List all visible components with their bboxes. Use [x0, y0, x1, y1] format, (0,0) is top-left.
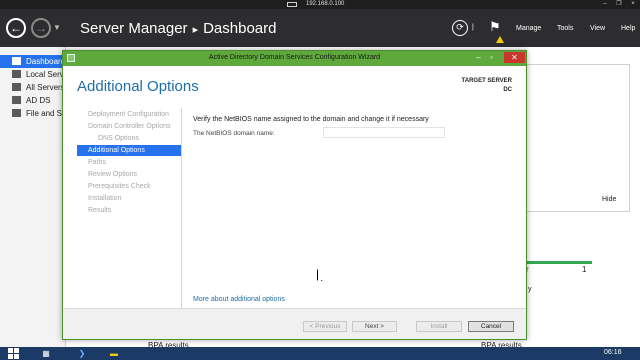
wizard-content: Verify the NetBIOS name assigned to the …	[181, 108, 526, 308]
tile-row-fragment: y	[528, 286, 532, 293]
server-icon	[12, 70, 21, 78]
menu-help[interactable]: Help	[621, 25, 635, 32]
sidebar-item-label: Local Server	[26, 70, 66, 79]
step-review-options: Review Options	[88, 171, 138, 178]
step-dns-options: DNS Options	[98, 135, 139, 142]
back-button[interactable]: ←	[6, 18, 26, 38]
pin-icon[interactable]	[287, 2, 297, 7]
step-deployment-configuration: Deployment Configuration	[88, 111, 169, 118]
app-title: Server Manager	[80, 20, 188, 37]
sidebar-item-dashboard[interactable]: Dashboard	[0, 55, 66, 68]
ad-ds-configuration-wizard: Active Directory Domain Services Configu…	[62, 50, 527, 340]
sidebar-item-all-servers[interactable]: All Servers	[0, 81, 66, 94]
rdp-close-icon[interactable]: ×	[628, 1, 638, 8]
step-paths: Paths	[88, 159, 106, 166]
notifications-flag-icon[interactable]: ⚑	[489, 19, 501, 35]
more-about-additional-options-link[interactable]: More about additional options	[193, 296, 285, 303]
taskbar: ▦ ❯ ▬ 06:16	[0, 347, 640, 360]
warning-icon	[496, 36, 504, 43]
step-prerequisites-check: Prerequisites Check	[88, 183, 151, 190]
minimize-icon[interactable]: –	[472, 52, 485, 63]
tile-count: 1	[582, 265, 587, 274]
step-results: Results	[88, 207, 112, 214]
ad-ds-icon	[12, 96, 21, 104]
servers-icon	[12, 83, 21, 91]
step-domain-controller-options: Domain Controller Options	[88, 123, 171, 130]
clock: 06:16	[604, 349, 622, 356]
step-additional-options: Additional Options	[77, 145, 181, 156]
remote-connection-bar: 192.168.0.100 – ❐ ×	[0, 0, 640, 9]
windows-logo-icon	[14, 354, 19, 359]
refresh-icon[interactable]: ⟳	[452, 20, 468, 36]
netbios-domain-name-input[interactable]	[323, 127, 445, 138]
sidebar-item-file-storage[interactable]: File and Storage Services	[0, 107, 66, 120]
instruction-text: Verify the NetBIOS name assigned to the …	[193, 116, 429, 123]
windows-logo-icon	[14, 348, 19, 353]
file-explorer-taskbar-icon[interactable]: ▬	[104, 347, 124, 360]
windows-logo-icon	[8, 348, 13, 353]
welcome-panel	[526, 64, 630, 212]
page-title: Dashboard	[203, 20, 277, 37]
netbios-label: The NetBIOS domain name:	[193, 130, 275, 137]
wizard-footer: < Previous Next > Install Cancel	[63, 308, 526, 339]
dashboard-icon	[12, 57, 21, 65]
previous-button[interactable]: < Previous	[303, 321, 347, 332]
refresh-separator-icon: |	[472, 24, 474, 31]
menu-view[interactable]: View	[590, 25, 605, 32]
sidebar: Dashboard Local Server All Servers AD DS…	[0, 47, 66, 347]
menu-manage[interactable]: Manage	[516, 25, 541, 32]
wizard-titlebar[interactable]: Active Directory Domain Services Configu…	[63, 51, 526, 66]
next-button[interactable]: Next >	[352, 321, 397, 332]
arrow-left-icon: ←	[10, 21, 22, 35]
server-manager-taskbar-icon[interactable]: ▦	[36, 347, 56, 360]
rdp-minimize-icon[interactable]: –	[600, 1, 610, 8]
target-server-label: TARGET SERVER	[461, 78, 512, 84]
file-storage-icon	[12, 109, 21, 117]
target-server-name: DC	[503, 87, 512, 93]
history-dropdown-icon[interactable]: ▼	[53, 23, 61, 32]
close-icon[interactable]: ✕	[504, 52, 525, 63]
sidebar-item-label: File and Storage Services	[26, 109, 66, 118]
step-installation: Installation	[88, 195, 122, 202]
cancel-button[interactable]: Cancel	[468, 321, 514, 332]
sidebar-item-label: Dashboard	[26, 57, 66, 66]
breadcrumb: Server Manager ▸ Dashboard	[80, 20, 276, 37]
breadcrumb-separator-icon: ▸	[192, 24, 199, 36]
sidebar-item-label: All Servers	[26, 83, 65, 92]
maximize-icon[interactable]: ▫	[485, 52, 498, 63]
rdp-restore-icon[interactable]: ❐	[614, 1, 624, 8]
windows-logo-icon	[8, 354, 13, 359]
sidebar-item-local-server[interactable]: Local Server	[0, 68, 66, 81]
wizard-title: Active Directory Domain Services Configu…	[208, 54, 381, 61]
start-button[interactable]	[8, 348, 20, 359]
forward-button[interactable]: →	[31, 18, 51, 38]
sidebar-item-label: AD DS	[26, 96, 51, 105]
menu-tools[interactable]: Tools	[557, 25, 573, 32]
sidebar-item-ad-ds[interactable]: AD DS	[0, 94, 66, 107]
remote-host-label: 192.168.0.100	[306, 1, 345, 7]
powershell-taskbar-icon[interactable]: ❯	[72, 347, 92, 360]
arrow-right-icon: →	[35, 21, 47, 35]
install-button[interactable]: Install	[416, 321, 462, 332]
server-manager-header: ← → ▼ Server Manager ▸ Dashboard ⟳ | ⚑ Man…	[0, 9, 640, 47]
wizard-header: Additional Options TARGET SERVER DC	[63, 66, 526, 108]
hide-link[interactable]: Hide	[602, 196, 616, 203]
wizard-page-heading: Additional Options	[77, 78, 199, 95]
wizard-steps: Deployment Configuration Domain Controll…	[63, 108, 181, 308]
